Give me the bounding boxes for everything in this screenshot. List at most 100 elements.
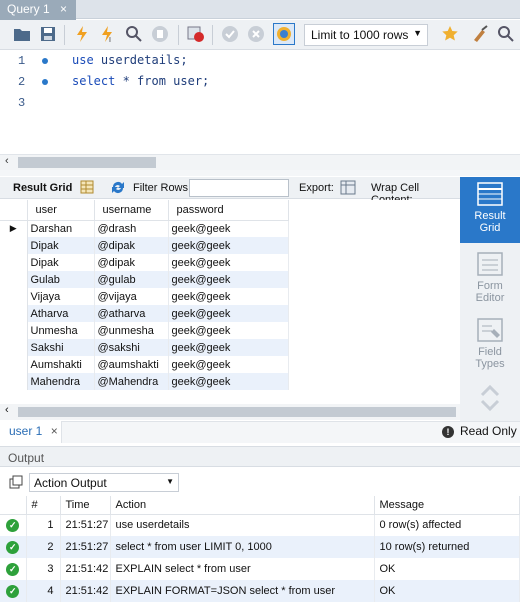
scroll-left-icon[interactable]: ‹ bbox=[5, 155, 9, 167]
copy-output-icon[interactable] bbox=[9, 475, 23, 492]
table-row[interactable]: Vijaya @vijaya geek@geek bbox=[0, 288, 289, 305]
close-tab-icon[interactable]: × bbox=[60, 2, 67, 16]
table-row[interactable]: Unmesha @unmesha geek@geek bbox=[0, 322, 289, 339]
table-row[interactable]: Atharva @atharva geek@geek bbox=[0, 305, 289, 322]
beautify-broom-icon[interactable] bbox=[470, 24, 490, 44]
grid-layout-icon[interactable] bbox=[80, 180, 94, 197]
table-cell[interactable]: @drash bbox=[94, 220, 169, 237]
scrollbar-thumb[interactable] bbox=[18, 407, 456, 417]
table-cell[interactable]: Gulab bbox=[27, 271, 95, 288]
table-cell[interactable]: @vijaya bbox=[94, 288, 169, 305]
table-row[interactable]: Aumshakti @aumshakti geek@geek bbox=[0, 356, 289, 373]
row-header[interactable] bbox=[0, 373, 28, 390]
table-cell[interactable]: geek@geek bbox=[168, 220, 289, 237]
table-row[interactable]: Mahendra @Mahendra geek@geek bbox=[0, 373, 289, 390]
execute-lightning-icon[interactable] bbox=[72, 24, 92, 44]
table-cell[interactable]: geek@geek bbox=[168, 254, 289, 271]
toggle-error-icon[interactable] bbox=[186, 24, 206, 44]
table-cell[interactable]: geek@geek bbox=[168, 356, 289, 373]
table-cell[interactable]: @atharva bbox=[94, 305, 169, 322]
output-column-header[interactable]: Message bbox=[374, 496, 520, 515]
table-cell[interactable]: @unmesha bbox=[94, 322, 169, 339]
table-cell[interactable]: @aumshakti bbox=[94, 356, 169, 373]
stop-hand-icon[interactable] bbox=[150, 24, 170, 44]
row-header[interactable]: ▶ bbox=[0, 220, 28, 237]
table-cell[interactable]: geek@geek bbox=[168, 288, 289, 305]
commit-icon[interactable] bbox=[220, 24, 240, 44]
result-grid-label[interactable]: Result Grid bbox=[13, 182, 72, 194]
table-row[interactable]: Dipak @dipak geek@geek bbox=[0, 237, 289, 254]
row-header[interactable] bbox=[0, 322, 28, 339]
form-editor-view-button[interactable]: Form Editor bbox=[460, 247, 520, 313]
result-tab-user1[interactable]: user 1 × bbox=[0, 421, 62, 443]
autocommit-toggle-icon[interactable] bbox=[273, 23, 295, 45]
table-cell[interactable]: Dipak bbox=[27, 237, 95, 254]
row-header[interactable] bbox=[0, 254, 28, 271]
table-cell[interactable]: Vijaya bbox=[27, 288, 95, 305]
table-row[interactable]: Sakshi @sakshi geek@geek bbox=[0, 339, 289, 356]
output-row[interactable]: ✓ 4 21:51:42 EXPLAIN FORMAT=JSON select * f… bbox=[0, 580, 520, 602]
table-cell[interactable]: geek@geek bbox=[168, 339, 289, 356]
result-grid-view-button[interactable]: Result Grid bbox=[460, 177, 520, 243]
table-cell[interactable]: Aumshakti bbox=[27, 356, 95, 373]
row-header[interactable] bbox=[0, 339, 28, 356]
table-cell[interactable]: Atharva bbox=[27, 305, 95, 322]
column-header[interactable]: user bbox=[27, 200, 95, 221]
scroll-left-icon[interactable]: ‹ bbox=[5, 404, 9, 416]
table-cell[interactable]: geek@geek bbox=[168, 322, 289, 339]
query-tab[interactable]: Query 1 × bbox=[0, 0, 76, 20]
table-cell[interactable]: @dipak bbox=[94, 254, 169, 271]
table-cell[interactable]: Dipak bbox=[27, 254, 95, 271]
table-row[interactable]: Gulab @gulab geek@geek bbox=[0, 271, 289, 288]
output-row[interactable]: ✓ 1 21:51:27 use userdetails 0 row(s) affect… bbox=[0, 514, 520, 536]
limit-rows-select[interactable]: Limit to 1000 rows ▼ bbox=[304, 24, 428, 46]
table-row[interactable]: Dipak @dipak geek@geek bbox=[0, 254, 289, 271]
table-cell[interactable]: Unmesha bbox=[27, 322, 95, 339]
table-cell[interactable]: geek@geek bbox=[168, 305, 289, 322]
output-column-header[interactable]: Action bbox=[110, 496, 375, 515]
action-output-table: # Time Action Message ✓ 1 21:51:27 use user… bbox=[0, 496, 520, 602]
table-row[interactable]: ▶ Darshan @drash geek@geek bbox=[0, 220, 289, 237]
row-header[interactable] bbox=[0, 288, 28, 305]
panel-scroll-chevrons-icon[interactable] bbox=[460, 379, 520, 419]
table-cell[interactable]: @gulab bbox=[94, 271, 169, 288]
refresh-icon[interactable] bbox=[110, 179, 126, 198]
table-cell[interactable]: geek@geek bbox=[168, 271, 289, 288]
row-header[interactable] bbox=[0, 271, 28, 288]
table-cell[interactable]: Sakshi bbox=[27, 339, 95, 356]
row-header[interactable] bbox=[0, 305, 28, 322]
explain-magnifier-icon[interactable] bbox=[124, 24, 144, 44]
scrollbar-thumb[interactable] bbox=[18, 157, 156, 168]
output-row[interactable]: ✓ 3 21:51:42 EXPLAIN select * from user OK bbox=[0, 558, 520, 580]
table-cell[interactable]: geek@geek bbox=[168, 373, 289, 390]
output-column-header[interactable]: Time bbox=[60, 496, 111, 515]
close-result-tab-icon[interactable]: × bbox=[51, 424, 58, 438]
row-header[interactable] bbox=[0, 237, 28, 254]
row-header[interactable] bbox=[0, 356, 28, 373]
table-cell[interactable]: @dipak bbox=[94, 237, 169, 254]
output-number: 4 bbox=[26, 580, 61, 602]
table-cell[interactable]: Mahendra bbox=[27, 373, 95, 390]
column-header[interactable]: username bbox=[94, 200, 169, 221]
output-column-header[interactable]: # bbox=[26, 496, 61, 515]
table-cell[interactable]: @Mahendra bbox=[94, 373, 169, 390]
column-header[interactable]: password bbox=[168, 200, 289, 221]
field-types-view-button[interactable]: Field Types bbox=[460, 313, 520, 379]
sql-editor[interactable]: 1 use userdetails; 2 select * from user;… bbox=[0, 50, 520, 154]
open-folder-icon[interactable] bbox=[12, 24, 32, 44]
favorite-star-icon[interactable] bbox=[440, 24, 460, 44]
rollback-icon[interactable] bbox=[246, 24, 266, 44]
editor-horizontal-scrollbar[interactable]: ‹ bbox=[0, 154, 520, 170]
output-row[interactable]: ✓ 2 21:51:27 select * from user LIMIT 0, 10… bbox=[0, 536, 520, 558]
export-icon[interactable] bbox=[340, 180, 358, 199]
find-magnifier-icon[interactable] bbox=[496, 24, 516, 44]
table-cell[interactable]: Darshan bbox=[27, 220, 95, 237]
table-cell[interactable]: @sakshi bbox=[94, 339, 169, 356]
table-cell[interactable]: geek@geek bbox=[168, 237, 289, 254]
filter-rows-input[interactable] bbox=[189, 179, 289, 197]
execute-current-icon[interactable]: I bbox=[98, 24, 118, 44]
save-icon[interactable] bbox=[38, 24, 58, 44]
result-grid[interactable]: user username password ▶ Darshan @drash gee… bbox=[0, 200, 460, 390]
grid-horizontal-scrollbar[interactable]: ‹ bbox=[0, 404, 460, 420]
output-type-select[interactable]: Action Output ▼ bbox=[29, 473, 179, 492]
